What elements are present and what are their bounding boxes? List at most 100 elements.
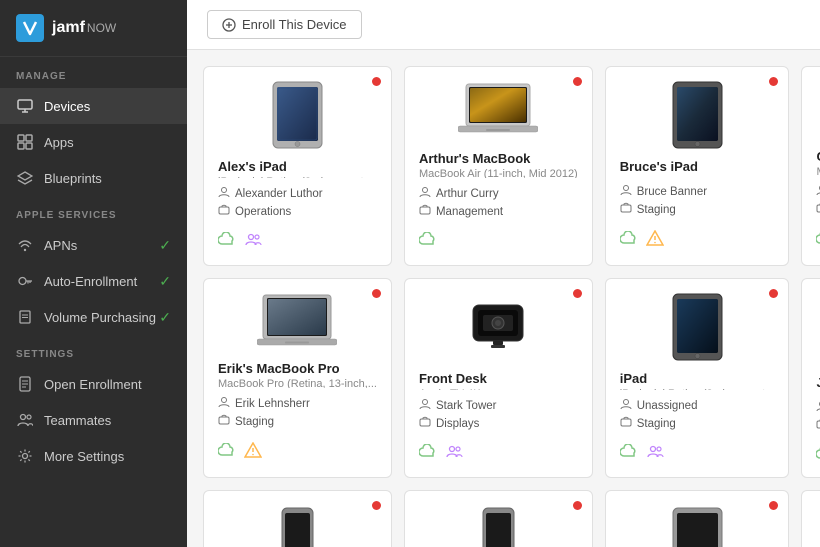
device-user: Bruce Banner — [620, 184, 775, 199]
sidebar-item-apns[interactable]: APNs ✓ — [0, 227, 187, 263]
cloud-action-icon — [218, 232, 236, 251]
device-name: Front Desk — [419, 371, 578, 386]
device-image — [218, 81, 377, 149]
cloud-action-icon — [419, 444, 437, 463]
macbookpro-image — [257, 293, 337, 351]
device-image — [816, 81, 820, 139]
device-card-row3-3[interactable] — [605, 490, 790, 547]
device-card-jeans-imac[interactable]: Jean's iMac iMac (21.5-inch, Mi... Jean … — [801, 278, 820, 478]
device-user: Unassigned — [620, 398, 775, 413]
people-action-icon — [646, 444, 664, 463]
layers-icon — [16, 169, 34, 187]
sidebar-label-volume-purchasing: Volume Purchasing — [44, 310, 156, 325]
group-icon — [218, 414, 230, 429]
device-card-row3-2[interactable] — [404, 490, 593, 547]
device-card-row3-4[interactable] — [801, 490, 820, 547]
doc-icon — [16, 375, 34, 393]
device-actions — [419, 232, 578, 251]
person-icon — [419, 186, 431, 201]
device-card-alexs-ipad[interactable]: Alex's iPad iPad mini Retina (2nd genera… — [203, 66, 392, 266]
volume-purchasing-check-icon: ✓ — [159, 309, 171, 326]
device-card-eriks-macbookpro[interactable]: Erik's MacBook Pro MacBook Pro (Retina, … — [203, 278, 392, 478]
device-card-bruces-ipad[interactable]: Bruce's iPad iPad Pro 9.7" (Wi-Fi) Bruce… — [605, 66, 790, 266]
cloud-action-icon — [218, 443, 236, 462]
book-icon — [16, 308, 34, 326]
sidebar-label-open-enrollment: Open Enrollment — [44, 377, 142, 392]
sidebar-item-auto-enrollment[interactable]: Auto-Enrollment ✓ — [0, 263, 187, 299]
ipad-dark2-image — [670, 293, 725, 361]
device-card-ipad[interactable]: iPad iPad mini Retina (2nd generat... Un… — [605, 278, 790, 478]
enroll-icon — [222, 18, 236, 32]
device-model: MacBook Air (13-in... — [816, 166, 820, 176]
sidebar-item-more-settings[interactable]: More Settings — [0, 438, 187, 474]
group-icon — [218, 204, 230, 219]
section-settings: SETTINGS — [0, 335, 187, 366]
sidebar-label-auto-enrollment: Auto-Enrollment — [44, 274, 137, 289]
device-user: Alexander Luthor — [218, 186, 377, 201]
device-image — [620, 505, 775, 547]
status-dot — [573, 77, 582, 86]
section-manage: MANAGE — [0, 57, 187, 88]
status-dot — [573, 289, 582, 298]
device-group: Displays — [419, 416, 578, 431]
person-icon — [218, 186, 230, 201]
auto-enrollment-check-icon: ✓ — [159, 273, 171, 290]
device-actions — [419, 444, 578, 463]
device-image — [419, 505, 578, 547]
device-image — [419, 293, 578, 361]
device-name: Arthur's MacBook — [419, 151, 578, 166]
device-user: Arthur Curry — [419, 186, 578, 201]
person-icon — [620, 184, 632, 199]
device-name: iPad — [620, 371, 775, 386]
sidebar-item-teammates[interactable]: Teammates — [0, 402, 187, 438]
person-icon — [218, 396, 230, 411]
device-actions — [620, 230, 775, 251]
people-action-icon — [244, 232, 262, 251]
sidebar-label-more-settings: More Settings — [44, 449, 124, 464]
device-user: Jean Grey — [816, 400, 820, 415]
cloud-action-icon — [620, 231, 638, 250]
device-group: Staging — [816, 418, 820, 433]
sidebar-item-open-enrollment[interactable]: Open Enrollment — [0, 366, 187, 402]
people-action-icon — [445, 444, 463, 463]
logo-text: jamfNOW — [52, 19, 116, 37]
device-actions — [620, 444, 775, 463]
jamf-logo-icon — [16, 14, 44, 42]
device-model: iPad mini Retina (2nd generat... — [218, 176, 377, 178]
enroll-device-button[interactable]: Enroll This Device — [207, 10, 362, 39]
device-actions — [218, 232, 377, 251]
device-actions — [816, 230, 820, 251]
device-name: Alex's iPad — [218, 159, 377, 174]
iphone-image — [280, 507, 315, 547]
sidebar-item-apps[interactable]: Apps — [0, 124, 187, 160]
warning-action-icon — [646, 230, 664, 251]
device-name: Erik's MacBook Pro — [218, 361, 377, 376]
sidebar-item-blueprints[interactable]: Blueprints — [0, 160, 187, 196]
device-group: Operations — [218, 204, 377, 219]
device-image — [620, 81, 775, 149]
device-user: Erik Lehnsherr — [218, 396, 377, 411]
device-card-front-desk[interactable]: Front Desk Apple TV 4K Stark Tower Displ… — [404, 278, 593, 478]
group-icon — [419, 204, 431, 219]
device-group: Staging — [218, 414, 377, 429]
device-image — [218, 505, 377, 547]
device-user: Clark Kent — [816, 184, 820, 199]
device-card-row3-1[interactable] — [203, 490, 392, 547]
warning-action-icon — [244, 442, 262, 463]
status-dot — [769, 77, 778, 86]
device-model: MacBook Pro (Retina, 13-inch,... — [218, 378, 377, 388]
device-card-clarks-macbook[interactable]: Clark's MacBoo MacBook Air (13-in... Cla… — [801, 66, 820, 266]
person2-icon — [16, 411, 34, 429]
device-card-arthurs-macbook[interactable]: Arthur's MacBook MacBook Air (11-inch, M… — [404, 66, 593, 266]
status-dot — [372, 501, 381, 510]
ipad-dark-image — [670, 81, 725, 149]
sidebar-label-teammates: Teammates — [44, 413, 111, 428]
status-dot — [372, 289, 381, 298]
device-group: Staging — [816, 202, 820, 217]
logo-sub: NOW — [87, 21, 116, 35]
device-model: Apple TV 4K — [419, 388, 578, 390]
macbook-image — [458, 82, 538, 140]
sidebar-item-devices[interactable]: Devices — [0, 88, 187, 124]
person-icon — [816, 400, 820, 415]
sidebar-item-volume-purchasing[interactable]: Volume Purchasing ✓ — [0, 299, 187, 335]
